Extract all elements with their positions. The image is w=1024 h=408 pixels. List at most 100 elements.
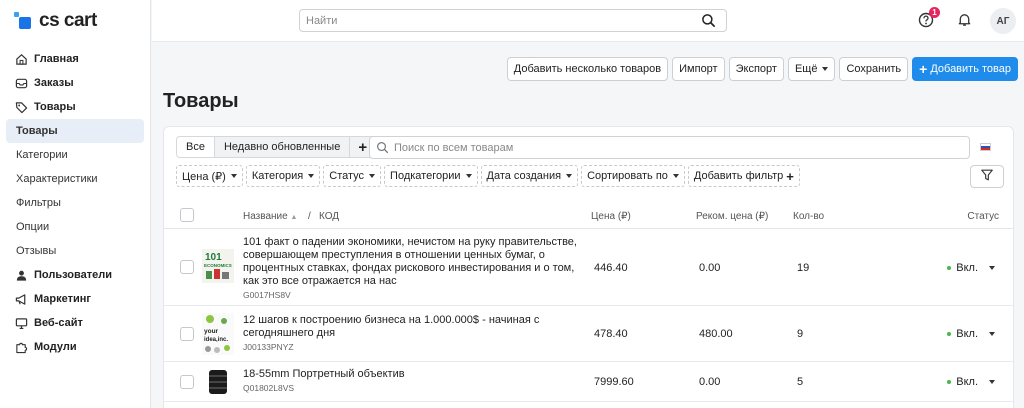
global-search-input[interactable] (300, 10, 680, 31)
qty-cell[interactable]: 9 (797, 328, 803, 340)
sidebar-item-orders[interactable]: Заказы (6, 71, 144, 95)
top-bar: 1 АГ (152, 0, 1024, 42)
sidebar-item-products[interactable]: Товары (6, 95, 144, 119)
sidebar-item-features[interactable]: Характеристики (6, 167, 144, 191)
product-thumbnail[interactable]: 101 ECONOMICS (202, 249, 234, 283)
filter-label: Категория (251, 170, 304, 182)
row-checkbox[interactable] (180, 327, 194, 341)
avatar[interactable]: АГ (990, 8, 1016, 34)
sidebar-item-website[interactable]: Веб-сайт (6, 311, 144, 335)
more-button[interactable]: Ещё (787, 57, 836, 81)
products-card: Все Недавно обновленные + Цена (₽) Катег… (163, 126, 1014, 408)
product-code: Q01802L8VS (243, 383, 295, 393)
column-rec-price[interactable]: Реком. цена (₽) (696, 211, 768, 222)
product-thumbnail[interactable] (202, 366, 234, 398)
price-cell[interactable]: 478.40 (594, 328, 628, 340)
export-button[interactable]: Экспорт (728, 57, 784, 81)
price-cell[interactable]: 446.40 (594, 262, 628, 274)
qty-cell[interactable]: 5 (797, 376, 803, 388)
save-button[interactable]: Сохранить (839, 57, 909, 81)
sidebar-item-label: Товары (34, 101, 76, 113)
filter-status[interactable]: Статус (323, 165, 382, 187)
add-multiple-products-button[interactable]: Добавить несколько товаров (506, 57, 669, 81)
column-qty[interactable]: Кол-во (793, 211, 824, 222)
sidebar-item-reviews[interactable]: Отзывы (6, 239, 144, 263)
bell-button[interactable] (952, 9, 976, 33)
sidebar-item-categories[interactable]: Категории (6, 143, 144, 167)
table-row[interactable]: your idea,inc. 12 шагов к построению биз… (164, 306, 1013, 362)
product-name-link[interactable]: 101 факт о падении экономики, нечистом н… (243, 236, 583, 288)
sidebar-item-filters[interactable]: Фильтры (6, 191, 144, 215)
filter-label: Добавить фильтр (693, 170, 784, 182)
filter-price[interactable]: Цена (₽) (176, 165, 243, 187)
product-name-link[interactable]: 12 шагов к построению бизнеса на 1.000.0… (243, 314, 583, 340)
status-dropdown[interactable]: Вкл. (947, 376, 995, 388)
tab-all[interactable]: Все (177, 137, 215, 157)
sort-asc-icon: ▲ (290, 214, 298, 221)
sidebar-item-addons[interactable]: Модули (6, 335, 144, 359)
filter-subcategories[interactable]: Подкатегории (384, 165, 478, 187)
logo[interactable]: cs cart (14, 10, 97, 32)
sidebar: cs cart Главная Заказы Товары Товары Кат… (0, 0, 151, 408)
price-cell[interactable]: 7999.60 (594, 376, 634, 388)
product-name-cell: 101 факт о падении экономики, нечистом н… (243, 236, 583, 302)
filter-bar: Цена (₽) Категория Статус Подкатегории Д… (176, 165, 800, 187)
sidebar-item-products-list[interactable]: Товары (6, 119, 144, 143)
sidebar-item-label: Заказы (34, 77, 74, 89)
column-status[interactable]: Статус (967, 211, 999, 222)
plus-icon: + (919, 61, 928, 77)
megaphone-icon (14, 292, 28, 306)
caret-down-icon (989, 266, 995, 270)
column-price[interactable]: Цена (₽) (591, 211, 631, 222)
table-row[interactable]: 101 ECONOMICS 101 факт о падении экономи… (164, 229, 1013, 306)
rec-price-cell[interactable]: 0.00 (699, 376, 720, 388)
help-button[interactable]: 1 (914, 7, 940, 33)
add-product-label: Добавить товар (930, 63, 1011, 75)
import-button[interactable]: Импорт (672, 57, 725, 81)
qty-cell[interactable]: 19 (797, 262, 809, 274)
filter-created-date[interactable]: Дата создания (480, 165, 579, 187)
sidebar-item-label: Главная (34, 53, 79, 65)
select-all-checkbox[interactable] (180, 208, 194, 222)
more-label: Ещё (794, 63, 818, 75)
status-dropdown[interactable]: Вкл. (947, 262, 995, 274)
row-checkbox[interactable] (180, 375, 194, 389)
tab-recently-updated[interactable]: Недавно обновленные (215, 137, 351, 157)
row-checkbox[interactable] (180, 260, 194, 274)
filter-label: Статус (329, 170, 365, 182)
status-label: Вкл. (956, 328, 978, 340)
filter-toggle-button[interactable] (970, 165, 1004, 188)
filter-label: Цена (₽) (182, 170, 226, 183)
product-search[interactable] (369, 136, 970, 159)
caret-down-icon (308, 174, 315, 178)
rec-price-cell[interactable]: 480.00 (699, 328, 733, 340)
sidebar-item-home[interactable]: Главная (6, 47, 144, 71)
sidebar-item-users[interactable]: Пользователи (6, 263, 144, 287)
filter-label: Дата создания (486, 170, 562, 182)
global-search[interactable] (299, 9, 727, 32)
product-name-link[interactable]: 18-55mm Портретный объектив (243, 368, 583, 381)
status-on-dot-icon (947, 332, 952, 336)
caret-down-icon (822, 67, 829, 71)
filter-category[interactable]: Категория (245, 165, 321, 187)
language-flag-icon[interactable] (980, 143, 991, 151)
add-product-button[interactable]: + Добавить товар (912, 57, 1018, 81)
view-tabs: Все Недавно обновленные + (176, 136, 377, 158)
sidebar-item-label: Веб-сайт (34, 317, 83, 329)
sidebar-item-marketing[interactable]: Маркетинг (6, 287, 144, 311)
column-code[interactable]: КОД (319, 211, 339, 222)
sidebar-item-options[interactable]: Опции (6, 215, 144, 239)
filter-sort[interactable]: Сортировать по (581, 165, 685, 187)
table-row[interactable]: 18-55mm Портретный объектив Q01802L8VS 7… (164, 362, 1013, 402)
sidebar-item-label: Категории (16, 149, 68, 161)
inbox-icon (14, 76, 28, 90)
status-dropdown[interactable]: Вкл. (947, 328, 995, 340)
toolbar: Добавить несколько товаров Импорт Экспор… (506, 57, 1018, 81)
search-icon[interactable] (701, 13, 716, 31)
tag-icon (14, 100, 28, 114)
rec-price-cell[interactable]: 0.00 (699, 262, 720, 274)
column-name[interactable]: Название ▲ (243, 211, 297, 222)
add-filter-button[interactable]: Добавить фильтр + (687, 165, 800, 187)
product-search-input[interactable] (394, 137, 954, 158)
product-thumbnail[interactable]: your idea,inc. (202, 313, 234, 355)
